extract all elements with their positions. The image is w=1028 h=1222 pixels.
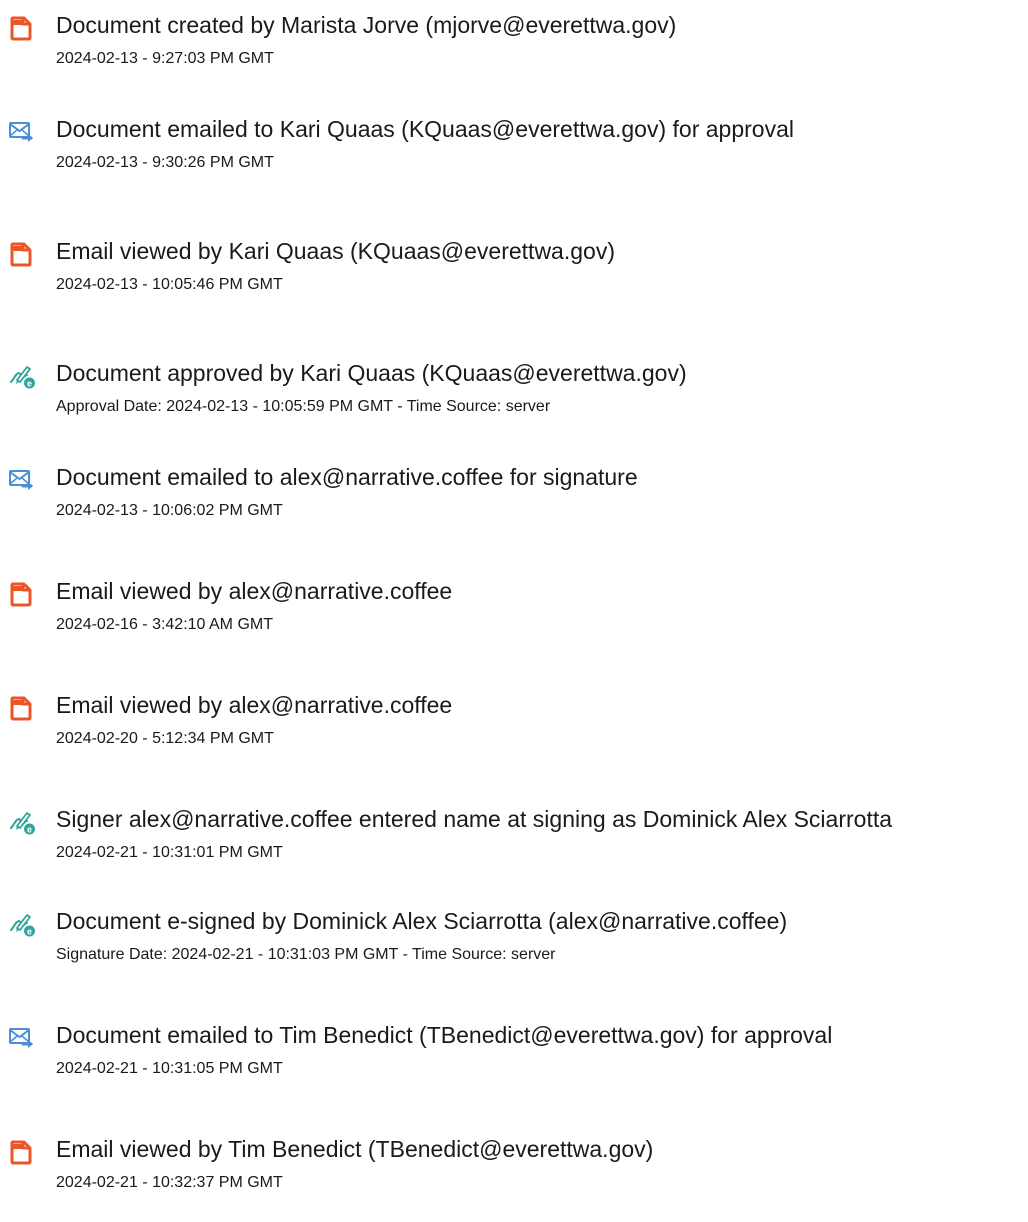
- audit-event: Email viewed by alex@narrative.coffee 202…: [0, 566, 1028, 646]
- document-icon: [8, 694, 36, 722]
- event-title: Document e-signed by Dominick Alex Sciar…: [56, 908, 788, 934]
- audit-event: Email viewed by Tim Benedict (TBenedict@…: [0, 1124, 1028, 1204]
- audit-event: Document emailed to alex@narrative.coffe…: [0, 452, 1028, 532]
- event-title: Email viewed by alex@narrative.coffee: [56, 692, 453, 718]
- audit-event: e Document e-signed by Dominick Alex Sci…: [0, 896, 1028, 976]
- event-timestamp: 2024-02-21 - 10:32:37 PM GMT: [56, 1174, 283, 1191]
- event-title: Email viewed by Kari Quaas (KQuaas@evere…: [56, 238, 615, 264]
- document-icon: [8, 1138, 36, 1166]
- audit-event: Document created by Marista Jorve (mjorv…: [0, 0, 1028, 80]
- event-timestamp: 2024-02-13 - 9:30:26 PM GMT: [56, 154, 274, 171]
- event-timestamp: 2024-02-13 - 10:06:02 PM GMT: [56, 502, 283, 519]
- email-sent-icon: [8, 466, 36, 494]
- event-title: Document approved by Kari Quaas (KQuaas@…: [56, 360, 687, 386]
- document-icon: [8, 240, 36, 268]
- e-sign-icon: e: [8, 808, 36, 836]
- audit-event: Document emailed to Tim Benedict (TBened…: [0, 1010, 1028, 1090]
- document-icon: [8, 580, 36, 608]
- event-timestamp: Approval Date: 2024-02-13 - 10:05:59 PM …: [56, 398, 551, 415]
- document-icon: [8, 14, 36, 42]
- event-title: Email viewed by alex@narrative.coffee: [56, 578, 453, 604]
- event-timestamp: Signature Date: 2024-02-21 - 10:31:03 PM…: [56, 946, 556, 963]
- svg-text:e: e: [27, 825, 32, 835]
- event-title: Document emailed to Kari Quaas (KQuaas@e…: [56, 116, 794, 142]
- e-sign-icon: e: [8, 362, 36, 390]
- event-timestamp: 2024-02-20 - 5:12:34 PM GMT: [56, 730, 274, 747]
- e-sign-icon: e: [8, 910, 36, 938]
- audit-event: e Signer alex@narrative.coffee entered n…: [0, 794, 1028, 874]
- event-timestamp: 2024-02-21 - 10:31:05 PM GMT: [56, 1060, 283, 1077]
- email-sent-icon: [8, 118, 36, 146]
- event-title: Document emailed to Tim Benedict (TBened…: [56, 1022, 833, 1048]
- audit-event: Email viewed by alex@narrative.coffee 202…: [0, 680, 1028, 760]
- svg-text:e: e: [27, 927, 32, 937]
- event-timestamp: 2024-02-13 - 10:05:46 PM GMT: [56, 276, 283, 293]
- event-timestamp: 2024-02-13 - 9:27:03 PM GMT: [56, 50, 274, 67]
- event-timestamp: 2024-02-21 - 10:31:01 PM GMT: [56, 844, 283, 861]
- audit-event: Email viewed by Kari Quaas (KQuaas@evere…: [0, 226, 1028, 306]
- audit-event: Document emailed to Kari Quaas (KQuaas@e…: [0, 104, 1028, 184]
- event-title: Signer alex@narrative.coffee entered nam…: [56, 806, 893, 832]
- event-title: Email viewed by Tim Benedict (TBenedict@…: [56, 1136, 654, 1162]
- audit-event: e Document approved by Kari Quaas (KQuaa…: [0, 348, 1028, 428]
- event-title: Document created by Marista Jorve (mjorv…: [56, 12, 677, 38]
- event-timestamp: 2024-02-16 - 3:42:10 AM GMT: [56, 616, 273, 633]
- event-title: Document emailed to alex@narrative.coffe…: [56, 464, 638, 490]
- email-sent-icon: [8, 1024, 36, 1052]
- svg-text:e: e: [27, 379, 32, 389]
